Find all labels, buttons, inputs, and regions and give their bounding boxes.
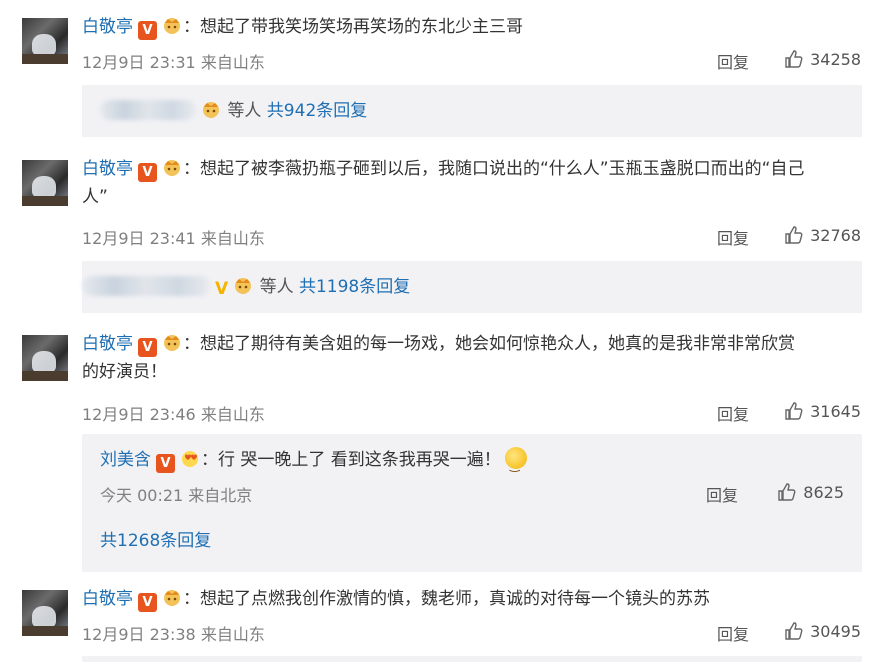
crown-badge-icon bbox=[235, 278, 252, 294]
thumbs-up-icon bbox=[785, 226, 803, 244]
reply-button[interactable]: 回复 bbox=[717, 621, 749, 645]
verified-v-icon: V bbox=[215, 279, 229, 299]
comment-item: 白敬亭 V ：想起了期待有美含姐的每一场戏，她会如何惊艳众人，她真的是我非常非常欣赏… bbox=[0, 325, 873, 575]
thumbs-up-icon bbox=[778, 483, 796, 501]
verified-v-icon: V bbox=[138, 163, 157, 182]
sub-like-count: 8625 bbox=[803, 483, 844, 502]
reply-summary-box[interactable]: 等人 共942条回复 bbox=[82, 85, 862, 137]
reply-button[interactable]: 回复 bbox=[717, 225, 749, 249]
crown-badge-icon bbox=[164, 18, 180, 34]
crown-badge-icon bbox=[164, 160, 180, 176]
verified-v-icon: V bbox=[156, 454, 175, 473]
reply-button[interactable]: 回复 bbox=[717, 401, 749, 425]
avatar[interactable] bbox=[22, 590, 68, 636]
comment-time: 12月9日 23:38 来自山东 bbox=[82, 625, 265, 644]
reply-summary-suffix: 等人 bbox=[259, 277, 294, 297]
comment-item: 白敬亭 V ：想起了被李薇扔瓶子砸到以后，我随口说出的“什么人”玉瓶玉盏脱口而出的“… bbox=[0, 150, 873, 320]
comment-body: ：想起了期待有美含姐的每一场戏，她会如何惊艳众人，她真的是我非常非常欣赏 bbox=[183, 334, 795, 354]
thumbs-up-icon bbox=[785, 622, 803, 640]
reply-summary-suffix: 等人 bbox=[227, 101, 262, 121]
like-count: 30495 bbox=[810, 622, 861, 641]
reply-count-link[interactable]: 共1198条回复 bbox=[299, 277, 410, 297]
comment-item: 白敬亭 V ：想起了点燃我创作激情的慎，魏老师，真诚的对待每一个镜头的苏苏 12月9… bbox=[0, 580, 873, 662]
comment-text: 白敬亭 V ：想起了带我笑场笑场再笑场的东北少主三哥 bbox=[82, 13, 853, 41]
sub-reply-time: 今天 00:21 来自北京 bbox=[100, 486, 253, 505]
crown-badge-icon bbox=[164, 335, 180, 351]
comment-text: 白敬亭 V ：想起了期待有美含姐的每一场戏，她会如何惊艳众人，她真的是我非常非常欣赏… bbox=[82, 330, 853, 386]
verified-v-icon: V bbox=[138, 21, 157, 40]
username[interactable]: 白敬亭 bbox=[82, 159, 133, 179]
crown-badge-icon bbox=[164, 590, 180, 606]
reply-summary-box[interactable]: V 等人 共1198条回复 bbox=[82, 261, 862, 313]
like-button[interactable]: 32768 bbox=[769, 225, 861, 245]
comment-body: ：想起了点燃我创作激情的慎，魏老师，真诚的对待每一个镜头的苏苏 bbox=[183, 589, 710, 609]
comment-time: 12月9日 23:46 来自山东 bbox=[82, 405, 265, 424]
blurred-username bbox=[100, 100, 196, 120]
comment-body-cont: 的好演员！ bbox=[82, 362, 167, 382]
sub-reply-username[interactable]: 刘美含 bbox=[100, 450, 151, 470]
comment-text: 白敬亭 V ：想起了点燃我创作激情的慎，魏老师，真诚的对待每一个镜头的苏苏 bbox=[82, 585, 853, 613]
sub-like-button[interactable]: 8625 bbox=[752, 482, 844, 502]
like-count: 31645 bbox=[810, 402, 861, 421]
sub-reply-body: ：行 哭一晚上了 看到这条我再哭一遍！ bbox=[201, 450, 501, 470]
sub-reply-button[interactable]: 回复 bbox=[706, 482, 738, 506]
reply-summary: V 等人 共1198条回复 bbox=[82, 273, 410, 301]
sub-reply-box: 刘美含 V ：行 哭一晚上了 看到这条我再哭一遍！ 今天 00:21 来自北京 回复… bbox=[82, 434, 862, 572]
username[interactable]: 白敬亭 bbox=[82, 17, 133, 37]
verified-v-icon: V bbox=[138, 338, 157, 357]
username[interactable]: 白敬亭 bbox=[82, 334, 133, 354]
reply-summary: 等人 共942条回复 bbox=[100, 97, 367, 125]
thumbs-up-icon bbox=[785, 402, 803, 420]
sub-reply-text: 刘美含 V ：行 哭一晚上了 看到这条我再哭一遍！ bbox=[100, 446, 527, 479]
smile-emoji-icon bbox=[504, 447, 527, 479]
avatar[interactable] bbox=[22, 160, 68, 206]
reply-count-link[interactable]: 共942条回复 bbox=[267, 101, 367, 121]
avatar[interactable] bbox=[22, 18, 68, 64]
crown-badge-icon bbox=[203, 102, 219, 118]
like-button[interactable]: 34258 bbox=[769, 49, 861, 69]
comment-body: ：想起了带我笑场笑场再笑场的东北少主三哥 bbox=[183, 17, 523, 37]
like-count: 32768 bbox=[810, 226, 861, 245]
avatar[interactable] bbox=[22, 335, 68, 381]
comment-body-cont: 人” bbox=[82, 187, 108, 207]
heart-badge-icon bbox=[182, 451, 198, 467]
thumbs-up-icon bbox=[785, 50, 803, 68]
like-button[interactable]: 30495 bbox=[769, 621, 861, 641]
comment-body: ：想起了被李薇扔瓶子砸到以后，我随口说出的“什么人”玉瓶玉盏脱口而出的“自己 bbox=[183, 159, 805, 179]
comment-time: 12月9日 23:41 来自山东 bbox=[82, 229, 265, 248]
username[interactable]: 白敬亭 bbox=[82, 589, 133, 609]
reply-button[interactable]: 回复 bbox=[717, 49, 749, 73]
comment-text: 白敬亭 V ：想起了被李薇扔瓶子砸到以后，我随口说出的“什么人”玉瓶玉盏脱口而出的“… bbox=[82, 155, 853, 211]
blurred-username bbox=[82, 276, 210, 296]
like-button[interactable]: 31645 bbox=[769, 401, 861, 421]
reply-count-link[interactable]: 共1268条回复 bbox=[100, 527, 211, 555]
comment-time: 12月9日 23:31 来自山东 bbox=[82, 53, 265, 72]
comment-item: 白敬亭 V ：想起了带我笑场笑场再笑场的东北少主三哥 12月9日 23:31 来自山… bbox=[0, 0, 873, 150]
like-count: 34258 bbox=[810, 50, 861, 69]
verified-v-icon: V bbox=[138, 593, 157, 612]
next-reply-box-edge bbox=[82, 656, 862, 662]
